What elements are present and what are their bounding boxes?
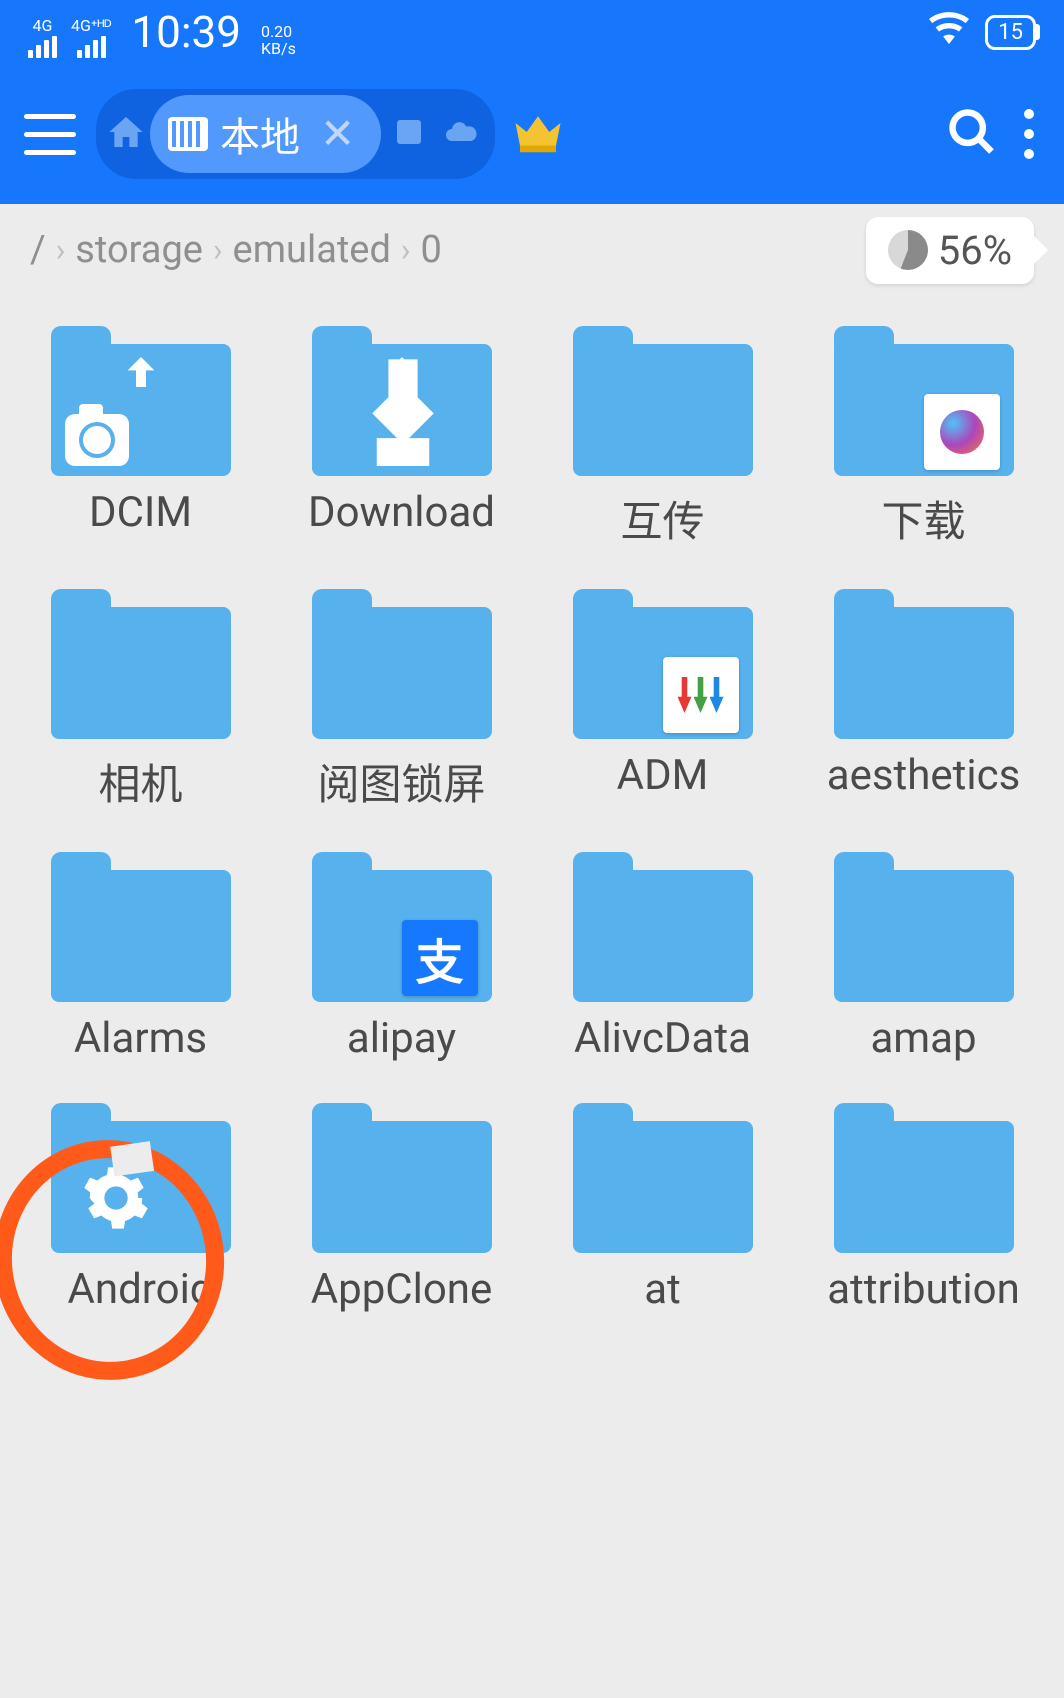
menu-button[interactable] — [20, 104, 80, 164]
app-bar: 本地 ✕ — [0, 64, 1064, 204]
chevron-right-icon: › — [213, 231, 223, 269]
sd-card-icon — [168, 117, 208, 151]
adm-thumbnail — [663, 657, 739, 733]
folder-icon — [834, 852, 1014, 1002]
camera-icon — [65, 414, 129, 466]
cloud-icon[interactable] — [437, 114, 485, 154]
folder-互传[interactable]: 互传 — [542, 326, 783, 549]
folder-阅图锁屏[interactable]: 阅图锁屏 — [281, 589, 522, 812]
folder-label: Alarms — [74, 1014, 207, 1063]
crown-icon[interactable] — [511, 105, 565, 163]
folder-icon — [51, 589, 231, 739]
upload-icon — [121, 352, 161, 392]
folder-label: DCIM — [89, 488, 192, 537]
storage-percent: 56% — [938, 227, 1012, 274]
folder-label: alipay — [347, 1014, 456, 1063]
folder-download[interactable]: Download — [281, 326, 522, 549]
home-icon[interactable] — [106, 112, 146, 156]
folder-label: ADM — [617, 751, 709, 800]
folder-amap[interactable]: amap — [803, 852, 1044, 1063]
folder-alipay[interactable]: alipay — [281, 852, 522, 1063]
tab-cluster: 本地 ✕ — [96, 89, 495, 179]
folder-icon — [51, 326, 231, 476]
path-zero[interactable]: 0 — [421, 228, 442, 272]
folder-label: 下载 — [881, 488, 965, 549]
folder-label: AppClone — [311, 1265, 493, 1314]
folder-icon — [312, 852, 492, 1002]
path-emulated[interactable]: emulated — [233, 228, 391, 272]
folder-label: aesthetics — [827, 751, 1021, 800]
folder-label: 阅图锁屏 — [317, 751, 485, 812]
net-speed: 0.20 KB/s — [261, 23, 296, 58]
alipay-thumbnail — [402, 920, 478, 996]
folder-label: 互传 — [620, 488, 704, 549]
folder-icon — [573, 1103, 753, 1253]
signal-2: 4G⁺ᴴᴰ — [71, 18, 111, 58]
folder-label: Download — [308, 488, 495, 537]
signal-1: 4G — [28, 18, 57, 58]
wifi-icon — [929, 9, 969, 56]
folder-icon — [573, 852, 753, 1002]
folder-icon — [834, 326, 1014, 476]
folder-icon — [834, 589, 1014, 739]
folder-dcim[interactable]: DCIM — [20, 326, 261, 549]
folder-label: 相机 — [98, 751, 182, 812]
folder-label: attribution — [827, 1265, 1020, 1314]
pie-chart-icon — [888, 230, 928, 270]
folder-at[interactable]: at — [542, 1103, 783, 1314]
status-bar: 4G 4G⁺ᴴᴰ 10:39 0.20 KB/s 15 — [0, 0, 1064, 64]
folder-icon — [834, 1103, 1014, 1253]
folder-icon — [51, 852, 231, 1002]
more-menu-button[interactable] — [1014, 109, 1044, 159]
search-button[interactable] — [946, 106, 998, 162]
breadcrumb: / › storage › emulated › 0 56% — [0, 204, 1064, 296]
folder-相机[interactable]: 相机 — [20, 589, 261, 812]
chevron-right-icon: › — [56, 231, 66, 269]
folder-alivcdata[interactable]: AlivcData — [542, 852, 783, 1063]
folder-icon — [312, 326, 492, 476]
folder-adm[interactable]: ADM — [542, 589, 783, 812]
app-thumbnail — [924, 394, 1000, 470]
clock: 10:39 — [131, 6, 241, 58]
folder-icon — [573, 326, 753, 476]
chevron-right-icon: › — [401, 231, 411, 269]
folder-下载[interactable]: 下载 — [803, 326, 1044, 549]
close-tab-icon[interactable]: ✕ — [312, 109, 363, 159]
folder-alarms[interactable]: Alarms — [20, 852, 261, 1063]
path-root[interactable]: / — [30, 228, 46, 272]
local-tab-label: 本地 — [220, 105, 300, 163]
folder-icon — [312, 1103, 492, 1253]
battery-indicator: 15 — [985, 15, 1036, 50]
folder-label: amap — [870, 1014, 976, 1063]
folder-icon — [573, 589, 753, 739]
folder-icon — [312, 589, 492, 739]
folder-appclone[interactable]: AppClone — [281, 1103, 522, 1314]
folder-attribution[interactable]: attribution — [803, 1103, 1044, 1314]
storage-usage[interactable]: 56% — [866, 217, 1034, 284]
local-tab[interactable]: 本地 ✕ — [150, 95, 381, 173]
path-storage[interactable]: storage — [75, 228, 203, 272]
folder-aesthetics[interactable]: aesthetics — [803, 589, 1044, 812]
folder-label: at — [644, 1265, 681, 1314]
folder-label: AlivcData — [574, 1014, 751, 1063]
download-icon — [368, 346, 438, 466]
storage-icon[interactable] — [385, 114, 433, 154]
